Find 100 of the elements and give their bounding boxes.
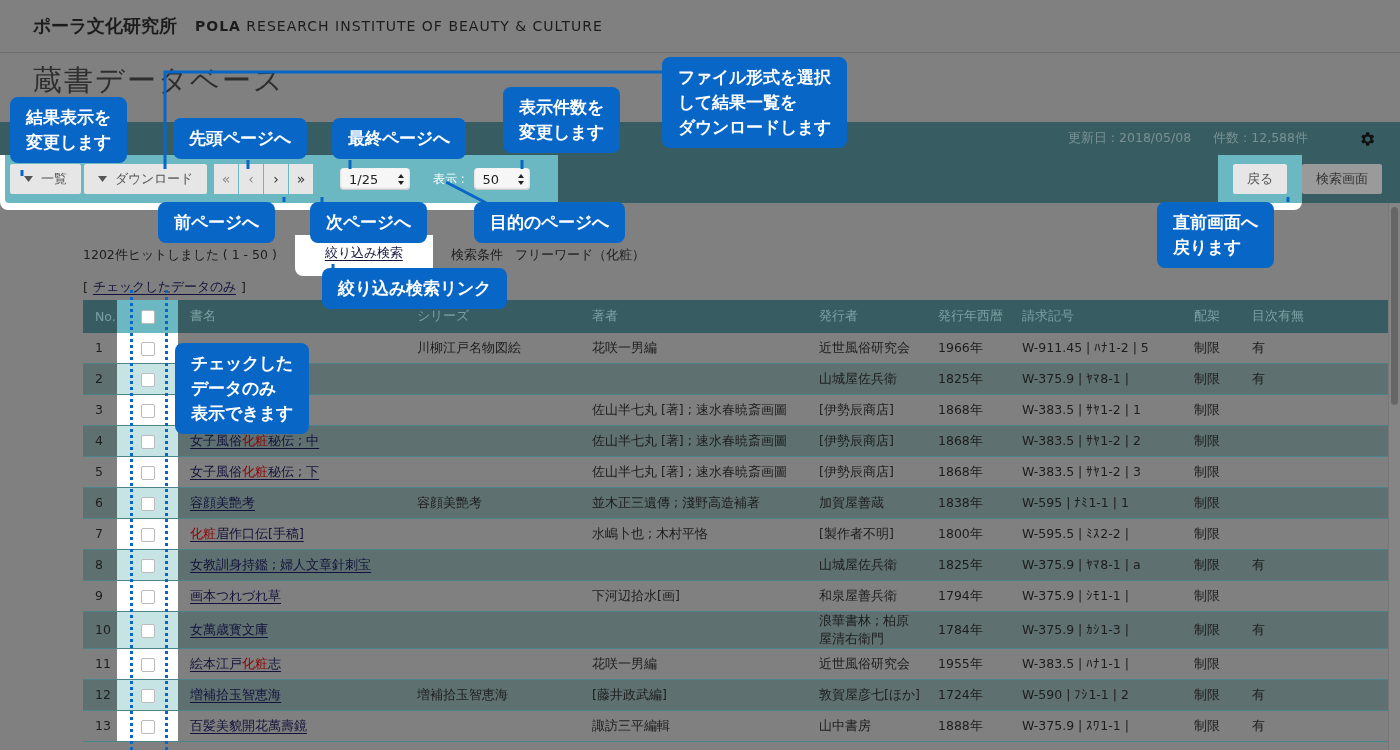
title-link[interactable]: 女教訓身持鑑 ; 婦人文章針刺宝 <box>190 556 374 574</box>
callout: ファイル形式を選択 して結果一覧を ダウンロードします <box>662 57 847 148</box>
call-number-cell: W-383.5 | ﾊﾅ1-1 | <box>1022 656 1129 671</box>
publisher-cell: 和泉屋善兵衛 <box>819 588 897 603</box>
checkbox[interactable] <box>140 403 155 418</box>
author-cell: 諏訪三平編輯 <box>592 718 670 733</box>
shelf-cell: 制限 <box>1194 588 1220 603</box>
action-button[interactable]: 検索画面 <box>1302 164 1382 194</box>
author-cell: 佐山半七丸 [著] ; 速水春暁斎画圖 <box>592 464 787 479</box>
author-cell: [藤井政武編] <box>592 687 667 702</box>
series-cell: 容顔美艶考 <box>417 495 482 510</box>
record-count: 件数 : 12,588件 <box>1213 130 1308 147</box>
caret-icon <box>98 176 107 182</box>
publisher-cell: 近世風俗研究会 <box>819 656 910 671</box>
search-conditions: フリーワード（化粧） <box>514 246 645 264</box>
leader-line <box>282 197 286 202</box>
toc-cell: 有 <box>1252 371 1265 386</box>
title-link[interactable]: 女子風俗化粧秘伝 ; 中 <box>190 432 322 450</box>
author-cell: 並木正三遺傳 ; 淺野高造補著 <box>592 495 761 510</box>
row-number: 3 <box>83 394 117 426</box>
publisher-cell: 敦賀屋彦七[ほか] <box>819 687 920 702</box>
callout: 次ページへ <box>310 202 427 243</box>
checkbox[interactable] <box>140 558 155 573</box>
checkbox[interactable] <box>140 434 155 449</box>
checkbox[interactable] <box>140 372 155 387</box>
page-nav-button[interactable]: » <box>289 164 313 194</box>
column-header: 発行者 <box>807 300 926 333</box>
checkbox[interactable] <box>140 589 155 604</box>
author-cell: 下河辺拾水[画] <box>592 588 680 603</box>
action-button[interactable]: 戻る <box>1233 164 1287 194</box>
checkbox[interactable] <box>140 623 155 638</box>
scrollbar-thumb[interactable] <box>1391 207 1398 405</box>
call-number-cell: W-375.9 | ｽﾜ1-1 | <box>1022 718 1129 733</box>
column-header: 目次有無 <box>1240 300 1388 333</box>
callout: 前ページへ <box>158 202 275 243</box>
publisher-cell: 山城屋佐兵衛 <box>819 557 897 572</box>
publisher-cell: [製作者不明] <box>819 526 894 541</box>
title-link[interactable]: 百髪美貌開花萬壽鏡 <box>190 717 309 735</box>
publisher-cell: 加賀屋善蔵 <box>819 495 884 510</box>
year-cell: 1868年 <box>938 402 983 417</box>
scrollbar[interactable] <box>1388 203 1400 750</box>
checkbox[interactable] <box>140 465 155 480</box>
toc-cell: 有 <box>1252 557 1265 572</box>
column-header: 請求記号 <box>1010 300 1182 333</box>
leader-line <box>20 170 24 176</box>
checkbox[interactable] <box>140 341 155 356</box>
year-cell: 1724年 <box>938 687 983 702</box>
callout: 表示件数を 変更します <box>503 87 620 153</box>
refine-search-link[interactable]: 絞り込み検索 <box>324 244 403 260</box>
checkbox[interactable] <box>140 688 155 703</box>
download-button[interactable]: ダウンロード <box>84 164 207 194</box>
series-cell: 川柳江戸名物図絵 <box>417 340 521 355</box>
shelf-cell: 制限 <box>1194 340 1220 355</box>
callout: 目的のページへ <box>474 202 625 243</box>
row-number: 13 <box>83 710 117 742</box>
shelf-cell: 制限 <box>1194 495 1220 510</box>
shelf-cell: 制限 <box>1194 526 1220 541</box>
call-number-cell: W-375.9 | ｼﾓ1-1 | <box>1022 588 1129 603</box>
title-link[interactable]: 画本つれづれ草 <box>190 587 283 605</box>
checkbox[interactable] <box>140 310 155 325</box>
toc-cell: 有 <box>1252 687 1265 702</box>
checkbox[interactable] <box>140 719 155 734</box>
title-link[interactable]: 増補拾玉智恵海 <box>190 686 283 704</box>
per-page-select[interactable]: 50 <box>473 168 530 190</box>
shelf-cell: 制限 <box>1194 371 1220 386</box>
brand-subtitle: POLA RESEARCH INSTITUTE OF BEAUTY & CULTURE <box>195 18 603 34</box>
author-cell: 佐山半七丸 [著] ; 速水春暁斎画圖 <box>592 402 787 417</box>
callout: 直前画面へ 戻ります <box>1157 202 1274 268</box>
publisher-cell: 浪華書林 ; 柏原屋清右衛門 <box>819 613 910 646</box>
publisher-cell: 山城屋佐兵衛 <box>819 371 897 386</box>
year-cell: 1825年 <box>938 557 983 572</box>
call-number-cell: W-383.5 | ｻﾔ1-2 | 2 <box>1022 433 1141 448</box>
callout: 最終ページへ <box>332 118 466 159</box>
conditions-label: 検索条件 <box>450 246 503 264</box>
row-number: 1 <box>83 333 117 364</box>
title-link[interactable]: 女子風俗化粧秘伝 ; 下 <box>190 463 322 481</box>
title-link[interactable]: 化粧眉作口伝[手稿] <box>190 525 306 543</box>
page-select[interactable]: 1/25 <box>340 168 410 190</box>
checkbox[interactable] <box>140 496 155 511</box>
title-link[interactable]: 女萬歳寳文庫 <box>190 621 270 639</box>
bracket: ] <box>240 279 246 295</box>
call-number-cell: W-595.5 | ﾐｽ2-2 | <box>1022 526 1129 541</box>
title-link[interactable]: 絵本江戸化粧志 <box>190 655 283 673</box>
checkbox[interactable] <box>140 657 155 672</box>
row-number: 12 <box>83 679 117 711</box>
page-nav-button[interactable]: › <box>264 164 288 194</box>
checkbox[interactable] <box>140 527 155 542</box>
title-link[interactable]: 容顔美艶考 <box>190 494 257 512</box>
call-number-cell: W-375.9 | ﾔﾏ8-1 | a <box>1022 557 1141 572</box>
callout: 先頭ページへ <box>173 118 307 159</box>
year-cell: 1868年 <box>938 433 983 448</box>
view-button[interactable]: 一覧 <box>10 164 81 194</box>
series-cell: 増補拾玉智恵海 <box>417 687 508 702</box>
call-number-cell: W-595 | ﾅﾐ1-1 | 1 <box>1022 495 1129 510</box>
shelf-cell: 制限 <box>1194 433 1220 448</box>
row-number: 8 <box>83 549 117 581</box>
callout: チェックした データのみ 表示できます <box>175 343 309 434</box>
call-number-cell: W-375.9 | ﾔﾏ8-1 | <box>1022 371 1129 386</box>
year-cell: 1838年 <box>938 495 983 510</box>
row-number: 5 <box>83 456 117 488</box>
